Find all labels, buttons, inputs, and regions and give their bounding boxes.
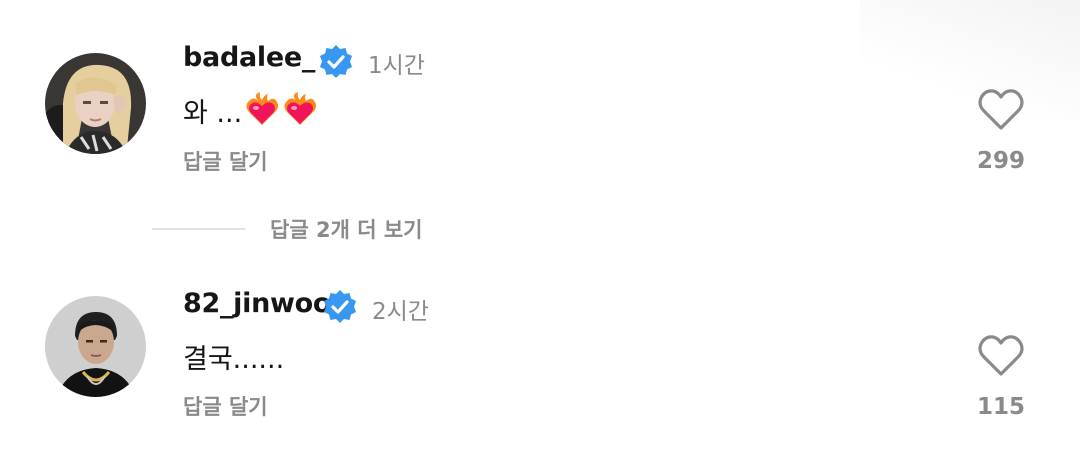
divider [152, 228, 245, 230]
like-group: 299 [966, 88, 1036, 174]
comment-text: 와 ... [183, 90, 318, 130]
heart-icon[interactable] [977, 334, 1025, 378]
heart-on-fire-emoji-icon [246, 92, 279, 125]
heart-on-fire-emoji-icon [284, 92, 317, 125]
comment-timestamp: 1시간 [368, 53, 425, 79]
comment-text-content: 결국...... [183, 343, 285, 375]
view-more-replies[interactable]: 답글 2개 더 보기 [152, 212, 422, 246]
comment-text-content: 와 ... [183, 97, 243, 129]
like-count: 115 [976, 394, 1025, 420]
comment-text: 결국...... [183, 336, 284, 376]
view-more-replies-label[interactable]: 답글 2개 더 보기 [270, 214, 422, 244]
comment-timestamp: 2시간 [372, 299, 429, 325]
reply-button[interactable]: 답글 달기 [183, 146, 268, 176]
avatar[interactable] [45, 296, 146, 397]
heart-icon[interactable] [977, 88, 1025, 132]
verified-badge-icon [320, 45, 352, 78]
avatar[interactable] [45, 53, 146, 154]
comment-username[interactable]: badalee_ [183, 42, 315, 73]
verified-badge-icon [324, 290, 356, 323]
like-count: 299 [976, 148, 1025, 174]
comment-username[interactable]: 82_jinwoo [183, 288, 331, 319]
reply-button[interactable]: 답글 달기 [183, 391, 268, 421]
like-group: 115 [966, 334, 1036, 420]
